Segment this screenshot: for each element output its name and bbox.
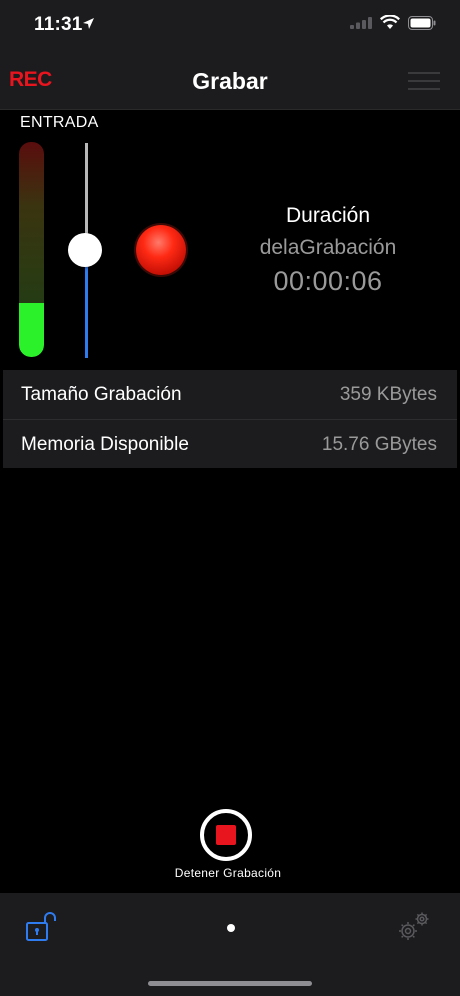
stop-recording-button[interactable] <box>200 809 252 861</box>
menu-icon[interactable] <box>408 72 440 92</box>
duration-panel: Duración delaGrabación 00:00:06 <box>220 204 436 297</box>
duration-time: 00:00:06 <box>273 266 383 296</box>
input-level-fill <box>19 303 44 357</box>
battery-icon <box>408 15 436 30</box>
info-row-memory: Memoria Disponible 15.76 GBytes <box>3 419 457 469</box>
nav-bar: REC Grabar <box>0 52 460 110</box>
info-value: 15.76 GBytes <box>321 434 437 455</box>
wifi-icon <box>380 15 400 29</box>
status-time: 11:31 <box>34 14 83 35</box>
recording-indicator-led <box>136 225 186 275</box>
stop-icon <box>216 825 236 845</box>
status-icons <box>350 15 436 30</box>
unlock-icon[interactable] <box>24 911 58 943</box>
info-label: Tamaño Grabación <box>21 384 182 405</box>
tab-bar <box>0 893 460 996</box>
location-arrow-icon <box>83 18 94 29</box>
info-label: Memoria Disponible <box>21 434 189 455</box>
stop-recording-label: Detener Grabación <box>174 866 282 880</box>
gain-slider-thumb[interactable] <box>68 233 102 267</box>
gear-icon[interactable] <box>396 911 432 943</box>
signal-icon <box>350 16 372 29</box>
duration-title: Duración <box>285 204 371 227</box>
recording-info-list: Tamaño Grabación 359 KBytes Memoria Disp… <box>3 370 457 468</box>
status-bar: 11:31 <box>0 0 460 52</box>
gain-slider-track-lower <box>85 251 88 358</box>
duration-subtitle: delaGrabación <box>259 236 397 259</box>
page-indicator-dot <box>227 924 235 932</box>
info-row-size: Tamaño Grabación 359 KBytes <box>3 370 457 419</box>
input-label: ENTRADA <box>20 114 99 131</box>
info-value: 359 KBytes <box>339 384 437 405</box>
input-level-meter <box>19 142 44 357</box>
home-indicator[interactable] <box>148 981 312 986</box>
page-title: Grabar <box>192 68 268 94</box>
